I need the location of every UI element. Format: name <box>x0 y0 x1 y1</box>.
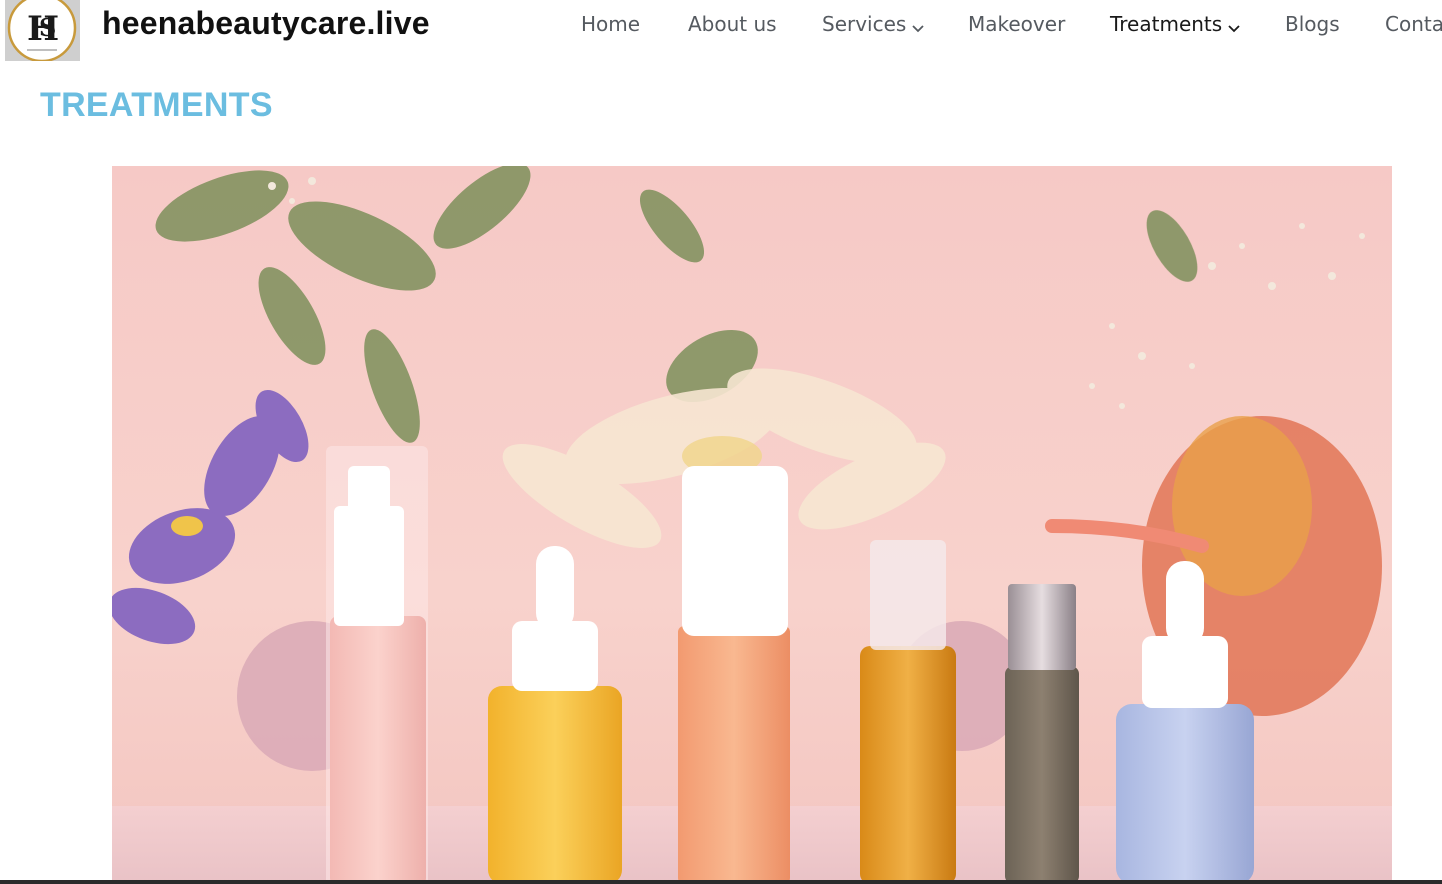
nav-label: Home <box>581 12 641 36</box>
nav-item-services[interactable]: Services <box>822 12 924 38</box>
nav-item-makeover[interactable]: Makeover <box>968 12 1065 36</box>
site-header: H S heenabeautycare.live Home About us S… <box>0 0 1442 62</box>
nav-label: About us <box>688 12 777 36</box>
nav-label: Conta <box>1385 12 1442 36</box>
nav-item-treatments[interactable]: Treatments <box>1110 12 1240 38</box>
nav-item-contact[interactable]: Conta <box>1385 12 1442 36</box>
nav-label: Treatments <box>1110 12 1223 36</box>
skincare-products-image <box>112 166 1392 884</box>
chevron-down-icon <box>1228 14 1240 38</box>
nav-label: Makeover <box>968 12 1066 36</box>
bottle-amber <box>860 540 956 884</box>
nav-label: Services <box>822 12 907 36</box>
nav-item-about-us[interactable]: About us <box>688 12 777 36</box>
page: H S heenabeautycare.live Home About us S… <box>0 0 1442 884</box>
hero-image <box>112 166 1392 884</box>
bottle-roller <box>1005 584 1079 884</box>
main-nav: Home About us Services Makeover Treatmen… <box>0 12 1442 42</box>
bottle-orange <box>678 466 790 884</box>
nav-label: Blogs <box>1285 12 1340 36</box>
bottle-pink <box>326 446 428 884</box>
chevron-down-icon <box>912 14 924 38</box>
nav-item-blogs[interactable]: Blogs <box>1285 12 1340 36</box>
nav-item-home[interactable]: Home <box>581 12 640 36</box>
page-title: TREATMENTS <box>40 86 273 124</box>
bottom-border <box>0 880 1442 884</box>
